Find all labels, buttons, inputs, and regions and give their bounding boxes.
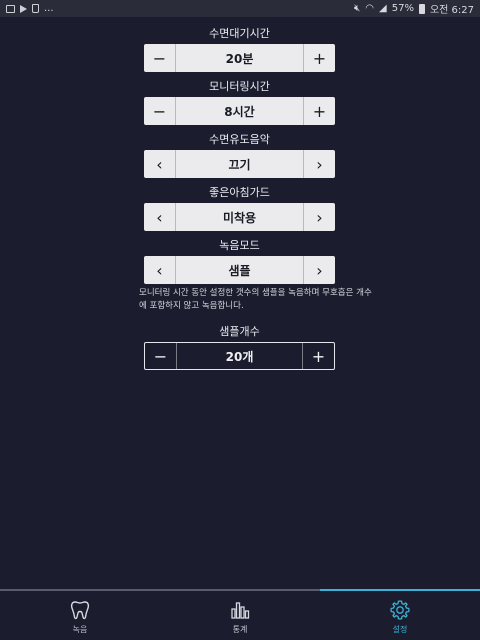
setting-label: 좋은아침가드 (209, 186, 270, 199)
setting-value: 20개 (225, 349, 254, 364)
tooth-icon (70, 601, 90, 620)
next-button[interactable]: › (303, 203, 335, 231)
store-notification-icon (32, 4, 39, 13)
setting-label: 수면유도음악 (209, 133, 270, 146)
setting-label: 녹음모드 (219, 239, 260, 252)
image-notification-icon (6, 4, 15, 13)
setting-value: 끄기 (228, 157, 251, 172)
status-time: 오전 6:27 (429, 5, 474, 16)
decrease-button[interactable]: − (144, 44, 176, 72)
sleep-wait-stepper: − 20분 + (144, 44, 335, 72)
sleep-music-selector: ‹ 끄기 › (144, 150, 335, 178)
decrease-button[interactable]: − (145, 343, 177, 369)
mute-icon: 🔇︎ (353, 3, 361, 14)
status-right: 🔇︎ ◠ ◢ 57% 오전 6:27 (354, 1, 474, 16)
tab-record[interactable]: 녹음 (0, 589, 160, 640)
setting-value: 20분 (225, 51, 254, 66)
wifi-icon: ◠ (365, 3, 375, 14)
tab-label: 녹음 (72, 625, 88, 634)
status-more-text: ... (44, 3, 54, 14)
setting-monitoring-time: 모니터링시간 − 8시간 + (144, 80, 335, 125)
setting-sleep-music: 수면유도음악 ‹ 끄기 › (144, 133, 335, 178)
previous-button[interactable]: ‹ (144, 203, 176, 231)
record-mode-selector: ‹ 샘플 › (144, 256, 335, 284)
setting-value: 미착용 (222, 210, 257, 225)
setting-label: 모니터링시간 (209, 80, 270, 93)
increase-button[interactable]: + (303, 97, 335, 125)
setting-value: 8시간 (224, 104, 255, 119)
bar-chart-icon (231, 602, 250, 619)
tab-statistics[interactable]: 통계 (160, 589, 320, 640)
signal-icon: ◢ (379, 3, 387, 14)
tab-label: 설정 (392, 625, 408, 634)
increase-button[interactable]: + (302, 343, 334, 369)
setting-sleep-wait: 수면대기시간 − 20분 + (144, 27, 335, 72)
monitoring-time-stepper: − 8시간 + (144, 97, 335, 125)
previous-button[interactable]: ‹ (144, 150, 176, 178)
setting-value: 샘플 (228, 263, 251, 278)
setting-label: 샘플개수 (219, 325, 260, 338)
previous-button[interactable]: ‹ (144, 256, 176, 284)
decrease-button[interactable]: − (144, 97, 176, 125)
next-button[interactable]: › (303, 150, 335, 178)
record-mode-description: 모니터링 시간 동안 설정한 갯수의 샘플을 녹음하며 무호흡은 개수에 포함하… (139, 288, 372, 311)
battery-percent: 57% (391, 3, 414, 14)
setting-record-mode: 녹음모드 ‹ 샘플 › (144, 239, 335, 284)
next-button[interactable]: › (303, 256, 335, 284)
tab-label: 통계 (232, 625, 248, 634)
status-bar: ... 🔇︎ ◠ ◢ 57% 오전 6:27 (0, 0, 480, 17)
settings-content: 수면대기시간 − 20분 + 모니터링시간 − 8시간 + 수면유도음악 ‹ 끄… (0, 17, 480, 589)
setting-sample-count: 샘플개수 − 20개 + (144, 325, 335, 370)
battery-icon (418, 3, 425, 14)
status-left: ... (6, 3, 54, 14)
tab-settings[interactable]: 설정 (320, 589, 480, 640)
gear-icon (390, 600, 410, 620)
increase-button[interactable]: + (303, 44, 335, 72)
sample-count-stepper: − 20개 + (144, 342, 335, 370)
play-notification-icon (20, 4, 27, 13)
setting-label: 수면대기시간 (209, 27, 270, 40)
setting-morning-guard: 좋은아침가드 ‹ 미착용 › (144, 186, 335, 231)
morning-guard-selector: ‹ 미착용 › (144, 203, 335, 231)
bottom-tab-bar: 녹음 통계 설정 (0, 589, 480, 640)
